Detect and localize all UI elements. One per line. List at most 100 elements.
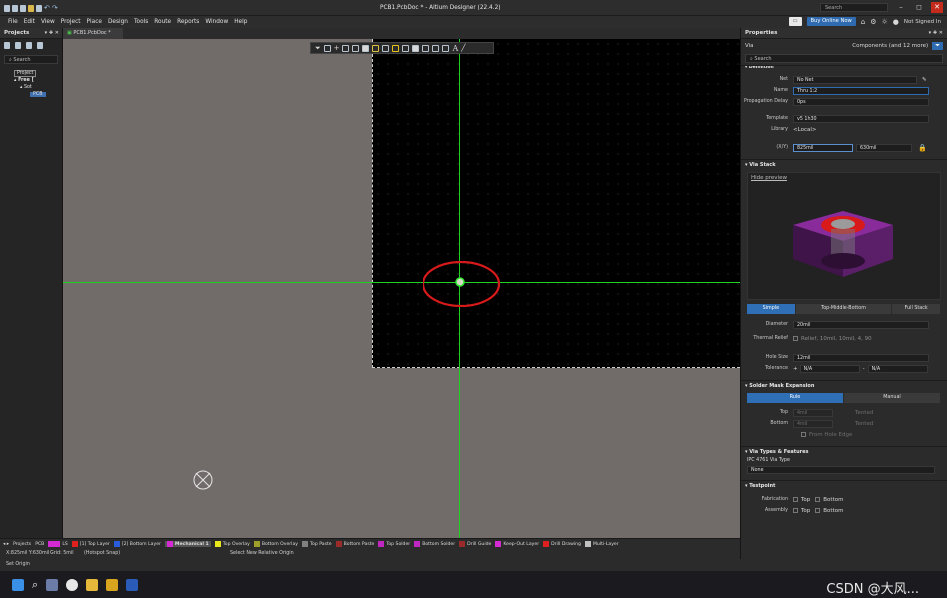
hide-preview-link[interactable]: Hide preview bbox=[751, 175, 787, 181]
layer-tab-top-paste[interactable]: Top Paste bbox=[302, 541, 332, 547]
tree-item-pcb[interactable]: PCB bbox=[0, 91, 62, 98]
via-types-section-header[interactable]: ▾ Via Types & Features bbox=[741, 446, 947, 457]
place-fill-icon[interactable] bbox=[412, 44, 420, 52]
layer-tab-top-overlay[interactable]: Top Overlay bbox=[214, 541, 250, 547]
menu-reports[interactable]: Reports bbox=[177, 19, 199, 25]
x-coordinate-input[interactable]: 825mil bbox=[793, 143, 853, 152]
tree-item-source[interactable]: ▴ Sot bbox=[0, 84, 62, 91]
line-icon[interactable]: ╱ bbox=[461, 44, 465, 52]
layer-tab-drill-drawing[interactable]: Drill Drawing bbox=[543, 541, 581, 547]
close-button[interactable]: ✕ bbox=[931, 2, 943, 13]
chat-icon[interactable]: ▭ bbox=[788, 17, 802, 26]
menu-file[interactable]: File bbox=[8, 19, 18, 25]
propagation-delay-field[interactable]: 0ps bbox=[793, 97, 929, 106]
layer-tab-drill-guide[interactable]: Drill Guide bbox=[459, 541, 491, 547]
fabrication-bottom-checkbox[interactable] bbox=[815, 497, 821, 502]
layer-nav-arrows[interactable]: ◂ ▸ bbox=[3, 542, 9, 547]
place-via-icon[interactable] bbox=[392, 44, 400, 52]
layer-tab-bottom-overlay[interactable]: Bottom Overlay bbox=[253, 541, 298, 547]
open-folder-icon[interactable] bbox=[28, 4, 34, 12]
tab-pcb[interactable]: PCB bbox=[35, 542, 44, 547]
diameter-input[interactable]: 20mil bbox=[793, 320, 929, 329]
menu-window[interactable]: Window bbox=[205, 19, 228, 25]
document-tab[interactable]: ▣ PCB1.PcbDoc * bbox=[63, 28, 123, 39]
ipc-via-type-select[interactable]: None bbox=[747, 466, 935, 474]
pcb-workspace[interactable]: ⏷ + A ╱ bbox=[63, 39, 740, 538]
filter-funnel-icon[interactable]: ⏷ bbox=[932, 41, 943, 50]
diff-pair-icon[interactable] bbox=[382, 44, 390, 52]
interactive-routing-icon[interactable] bbox=[372, 44, 380, 52]
name-select[interactable]: Thru 1:2 bbox=[793, 86, 929, 95]
via-stack-section-header[interactable]: ▾ Via Stack bbox=[741, 159, 947, 170]
testpoint-section-header[interactable]: ▾ Testpoint bbox=[741, 480, 947, 491]
home-icon[interactable]: ⌂ bbox=[861, 18, 865, 26]
move-icon[interactable] bbox=[352, 44, 360, 52]
projects-search-input[interactable]: ⌕ Search bbox=[4, 55, 58, 64]
thermal-relief-checkbox[interactable] bbox=[793, 336, 798, 341]
menu-help[interactable]: Help bbox=[234, 19, 247, 25]
pcb-board-area[interactable] bbox=[372, 39, 740, 368]
place-pad-icon[interactable] bbox=[402, 44, 410, 52]
mask-top-input[interactable]: 4mil bbox=[793, 408, 833, 417]
filter-summary[interactable]: Components (and 12 more) bbox=[852, 43, 928, 49]
stack-mode-simple[interactable]: Simple bbox=[747, 304, 796, 314]
layer-tab-top[interactable]: [1] Top Layer bbox=[71, 541, 110, 547]
menu-tools[interactable]: Tools bbox=[134, 19, 148, 25]
task-view-icon[interactable] bbox=[46, 578, 59, 591]
minimize-button[interactable]: – bbox=[895, 2, 907, 13]
mask-mode-rule[interactable]: Rule bbox=[747, 393, 844, 403]
via-pad[interactable] bbox=[455, 277, 465, 287]
layer-tab-keepout[interactable]: Keep-Out Layer bbox=[495, 541, 539, 547]
select-rect-icon[interactable] bbox=[342, 44, 350, 52]
from-hole-edge-checkbox[interactable] bbox=[801, 432, 806, 437]
layer-tab-bottom[interactable]: [2] Bottom Layer bbox=[113, 541, 161, 547]
menu-design[interactable]: Design bbox=[108, 19, 128, 25]
panel-pin-icon[interactable]: ▾ ✚ ✕ bbox=[45, 28, 59, 39]
layer-tab-bottom-paste[interactable]: Bottom Paste bbox=[335, 541, 374, 547]
y-coordinate-input[interactable]: 630mil bbox=[856, 143, 912, 152]
tolerance-plus-input[interactable]: N/A bbox=[799, 364, 860, 373]
menu-edit[interactable]: Edit bbox=[24, 19, 35, 25]
align-icon[interactable] bbox=[362, 44, 370, 52]
properties-search-input[interactable]: ⌕ Search bbox=[745, 54, 943, 63]
filter-icon[interactable]: ⏷ bbox=[315, 44, 321, 53]
tolerance-minus-input[interactable]: N/A bbox=[867, 364, 928, 373]
layer-set-tab[interactable]: LS bbox=[48, 541, 68, 547]
user-icon[interactable]: ● bbox=[893, 18, 899, 26]
layer-tab-multi-layer[interactable]: Multi-Layer bbox=[584, 541, 619, 547]
solder-mask-section-header[interactable]: ▾ Solder Mask Expansion bbox=[741, 380, 947, 391]
buy-online-button[interactable]: Buy Online Now bbox=[806, 17, 856, 26]
menu-place[interactable]: Place bbox=[87, 19, 102, 25]
layer-tab-mechanical1[interactable]: Mechanical 1 bbox=[164, 541, 211, 547]
mask-mode-manual[interactable]: Manual bbox=[844, 393, 941, 403]
assembly-top-checkbox[interactable] bbox=[793, 508, 798, 513]
tree-item-free[interactable]: ▴ Free [ bbox=[0, 77, 62, 84]
altium-icon[interactable] bbox=[106, 578, 119, 591]
route-icon[interactable] bbox=[323, 44, 331, 52]
hole-size-input[interactable]: 12mil bbox=[793, 353, 929, 362]
word-icon[interactable] bbox=[126, 578, 139, 591]
print-icon[interactable] bbox=[36, 4, 42, 12]
tab-projects[interactable]: Projects bbox=[13, 542, 31, 547]
menu-route[interactable]: Route bbox=[154, 19, 171, 25]
restore-button[interactable]: ◻ bbox=[913, 2, 925, 13]
place-keepout-icon[interactable] bbox=[432, 44, 440, 52]
gear-icon[interactable]: ⚙ bbox=[870, 18, 876, 26]
crosshair-icon[interactable]: + bbox=[334, 44, 340, 52]
net-select[interactable]: No Net bbox=[793, 75, 917, 84]
project-save-icon[interactable] bbox=[15, 42, 21, 49]
save-all-icon[interactable] bbox=[20, 4, 26, 12]
assembly-bottom-checkbox[interactable] bbox=[815, 508, 821, 513]
eyedropper-icon[interactable]: ✎ bbox=[922, 77, 927, 83]
text-icon[interactable]: A bbox=[452, 44, 458, 53]
stack-mode-top-middle-bottom[interactable]: Top-Middle-Bottom bbox=[795, 304, 893, 314]
chrome-icon[interactable] bbox=[66, 578, 79, 591]
tree-item-project[interactable]: Project bbox=[0, 70, 62, 77]
new-file-icon[interactable] bbox=[4, 4, 10, 12]
definition-section-header[interactable]: ▾ Definition bbox=[741, 65, 947, 71]
panel-controls-icon[interactable]: ▾ ✚ ✕ bbox=[929, 28, 943, 39]
notifications-icon[interactable]: ☼ bbox=[881, 18, 887, 26]
project-tree-icon[interactable] bbox=[37, 42, 43, 49]
dimension-icon[interactable] bbox=[442, 44, 450, 52]
lock-icon[interactable]: 🔒 bbox=[918, 144, 927, 152]
